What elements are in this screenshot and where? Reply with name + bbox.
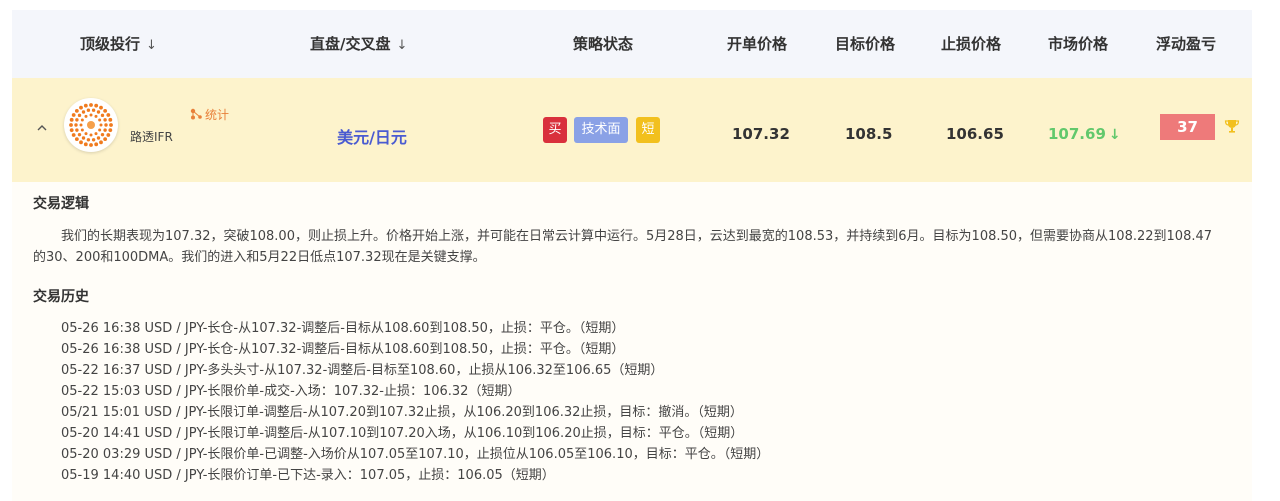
history-item: 05-22 16:37 USD / JPY-多头头寸-从107.32-调整后-目…: [61, 363, 664, 378]
column-top-bank[interactable]: 顶级投行 ↓: [80, 10, 157, 78]
market-price: 107.69 ↓: [1048, 125, 1121, 143]
open-price: 107.32: [732, 125, 790, 143]
column-market-price: 市场价格: [1048, 35, 1109, 53]
technical-badge: 技术面: [574, 117, 628, 143]
sort-arrow-icon: ↓: [396, 38, 408, 53]
currency-pair[interactable]: 美元/日元: [312, 124, 432, 148]
column-pnl: 浮动盈亏: [1156, 35, 1217, 53]
buy-badge: 买: [543, 117, 567, 143]
floating-pnl: 37: [1160, 114, 1215, 140]
trophy-icon[interactable]: [1224, 118, 1240, 134]
column-target-price: 目标价格: [835, 35, 896, 53]
history-item: 05-22 15:03 USD / JPY-长限价单-成交-入场：107.32-…: [61, 384, 521, 399]
target-price: 108.5: [845, 125, 893, 143]
history-item: 05-26 16:38 USD / JPY-长仓-从107.32-调整后-目标从…: [61, 342, 625, 357]
logic-title: 交易逻辑: [33, 196, 89, 212]
trade-row[interactable]: 路透IFR 统计 美元/日元 买 技术面 短 107.32 108.5 106.…: [12, 78, 1252, 182]
history-list: 05-26 16:38 USD / JPY-长仓-从107.32-调整后-目标从…: [61, 318, 769, 486]
stats-label: 统计: [205, 108, 230, 122]
column-status: 策略状态: [573, 35, 634, 53]
down-arrow-icon: ↓: [1108, 127, 1121, 143]
history-item: 05-20 03:29 USD / JPY-长限价单-已调整-入场价从107.0…: [61, 447, 770, 462]
column-pair[interactable]: 直盘/交叉盘 ↓: [310, 10, 407, 78]
history-item: 05/21 15:01 USD / JPY-长限订单-调整后-从107.20到1…: [61, 405, 743, 420]
table-header: 顶级投行 ↓ 直盘/交叉盘 ↓ 策略状态 开单价格 目标价格 止损价格 市场价格 浮…: [12, 10, 1252, 78]
column-stop-price: 止损价格: [941, 35, 1002, 53]
share-icon: [190, 108, 202, 120]
stats-link[interactable]: 统计: [190, 106, 229, 123]
reuters-logo-icon: [64, 98, 118, 152]
logic-text: 我们的长期表现为107.32，突破108.00，则止损上升。价格开始上涨，并可能…: [33, 229, 1213, 265]
column-open-price: 开单价格: [727, 35, 788, 53]
chevron-up-icon[interactable]: [34, 120, 50, 136]
history-item: 05-20 14:41 USD / JPY-长限订单-调整后-从107.10到1…: [61, 426, 744, 441]
provider-name: 路透IFR: [130, 130, 173, 144]
sort-arrow-icon: ↓: [146, 38, 157, 53]
stop-price: 106.65: [946, 125, 1004, 143]
short-term-badge: 短: [636, 117, 660, 143]
history-title: 交易历史: [33, 289, 89, 305]
market-price-value: 107.69: [1048, 125, 1106, 143]
history-item: 05-26 16:38 USD / JPY-长仓-从107.32-调整后-目标从…: [61, 321, 625, 336]
trade-panel: 顶级投行 ↓ 直盘/交叉盘 ↓ 策略状态 开单价格 目标价格 止损价格 市场价格 浮…: [12, 10, 1252, 501]
history-item: 05-19 14:40 USD / JPY-长限价订单-已下达-录入：107.0…: [61, 468, 555, 483]
